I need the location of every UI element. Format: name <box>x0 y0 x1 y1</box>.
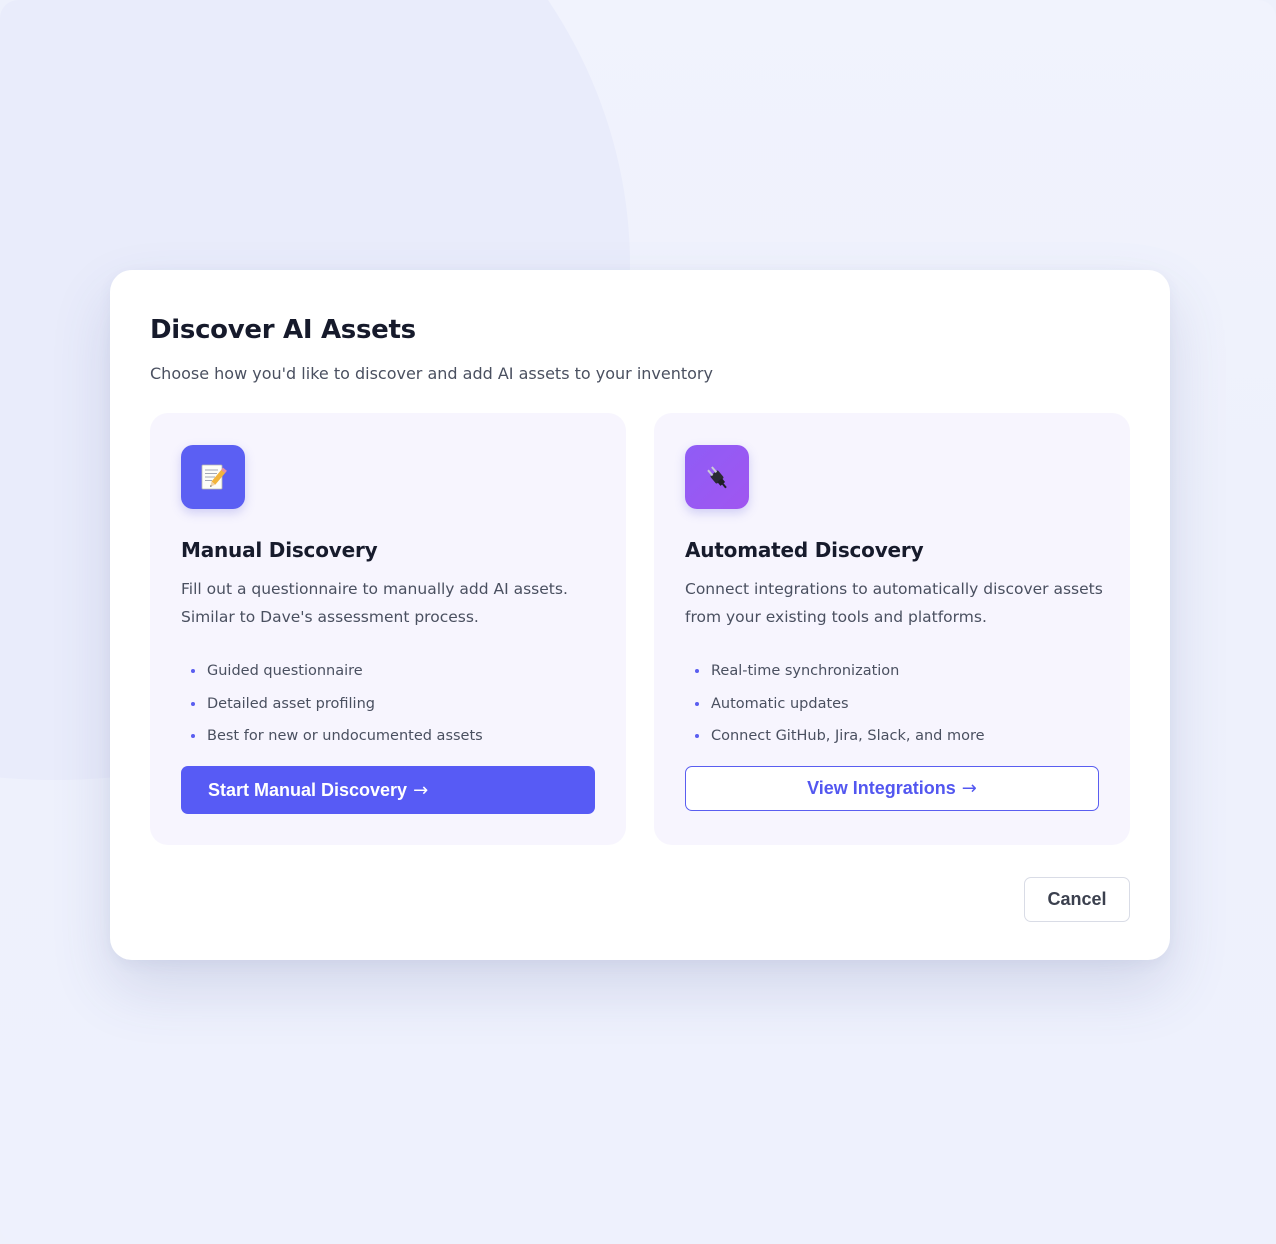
modal-subtitle: Choose how you'd like to discover and ad… <box>150 364 713 383</box>
arrow-right-icon: → <box>961 778 977 799</box>
manual-discovery-title: Manual Discovery <box>181 538 378 562</box>
automated-discovery-title: Automated Discovery <box>685 538 924 562</box>
discovery-options: Manual Discovery Fill out a questionnair… <box>150 413 1130 845</box>
bullet-icon <box>191 734 195 738</box>
cancel-button[interactable]: Cancel <box>1024 877 1130 922</box>
start-manual-discovery-button[interactable]: Start Manual Discovery → <box>181 766 595 814</box>
discover-assets-modal: Discover AI Assets Choose how you'd like… <box>110 270 1170 960</box>
bullet-icon <box>695 701 699 706</box>
modal-title: Discover AI Assets <box>150 315 416 345</box>
bullet-icon <box>191 701 195 706</box>
feature-label: Best for new or undocumented assets <box>207 728 483 744</box>
bullet-icon <box>191 669 195 673</box>
view-integrations-button[interactable]: View Integrations → <box>685 766 1099 811</box>
list-item: Automatic updates <box>685 688 1099 721</box>
arrow-right-icon: → <box>413 779 429 801</box>
manual-description-line-2: Similar to Dave's assessment process. <box>181 608 479 626</box>
button-label: View Integrations <box>807 778 956 798</box>
list-item: Detailed asset profiling <box>181 688 595 721</box>
list-item: Connect GitHub, Jira, Slack, and more <box>685 720 1099 753</box>
manual-discovery-card: Manual Discovery Fill out a questionnair… <box>150 413 626 845</box>
automated-discovery-description: Connect integrations to automatically di… <box>685 575 1105 631</box>
plug-icon <box>685 445 749 509</box>
automated-feature-list: Real-time synchronization Automatic upda… <box>685 655 1099 753</box>
button-label: Start Manual Discovery <box>208 779 408 800</box>
manual-feature-list: Guided questionnaire Detailed asset prof… <box>181 655 595 753</box>
list-item: Best for new or undocumented assets <box>181 720 595 753</box>
feature-label: Detailed asset profiling <box>207 695 375 712</box>
feature-label: Connect GitHub, Jira, Slack, and more <box>711 728 985 744</box>
feature-label: Real-time synchronization <box>711 663 900 679</box>
manual-description-line-1: Fill out a questionnaire to manually add… <box>181 580 568 598</box>
list-item: Real-time synchronization <box>685 655 1099 688</box>
bullet-icon <box>695 734 699 738</box>
list-item: Guided questionnaire <box>181 655 595 688</box>
feature-label: Guided questionnaire <box>207 663 363 679</box>
memo-icon <box>181 445 245 509</box>
automated-description-line-1: Connect integrations to automatically di… <box>685 580 1103 598</box>
feature-label: Automatic updates <box>711 695 849 712</box>
manual-discovery-description: Fill out a questionnaire to manually add… <box>181 575 601 631</box>
automated-description-line-2: from your existing tools and platforms. <box>685 608 987 626</box>
automated-discovery-card: Automated Discovery Connect integrations… <box>654 413 1130 845</box>
bullet-icon <box>695 669 699 673</box>
